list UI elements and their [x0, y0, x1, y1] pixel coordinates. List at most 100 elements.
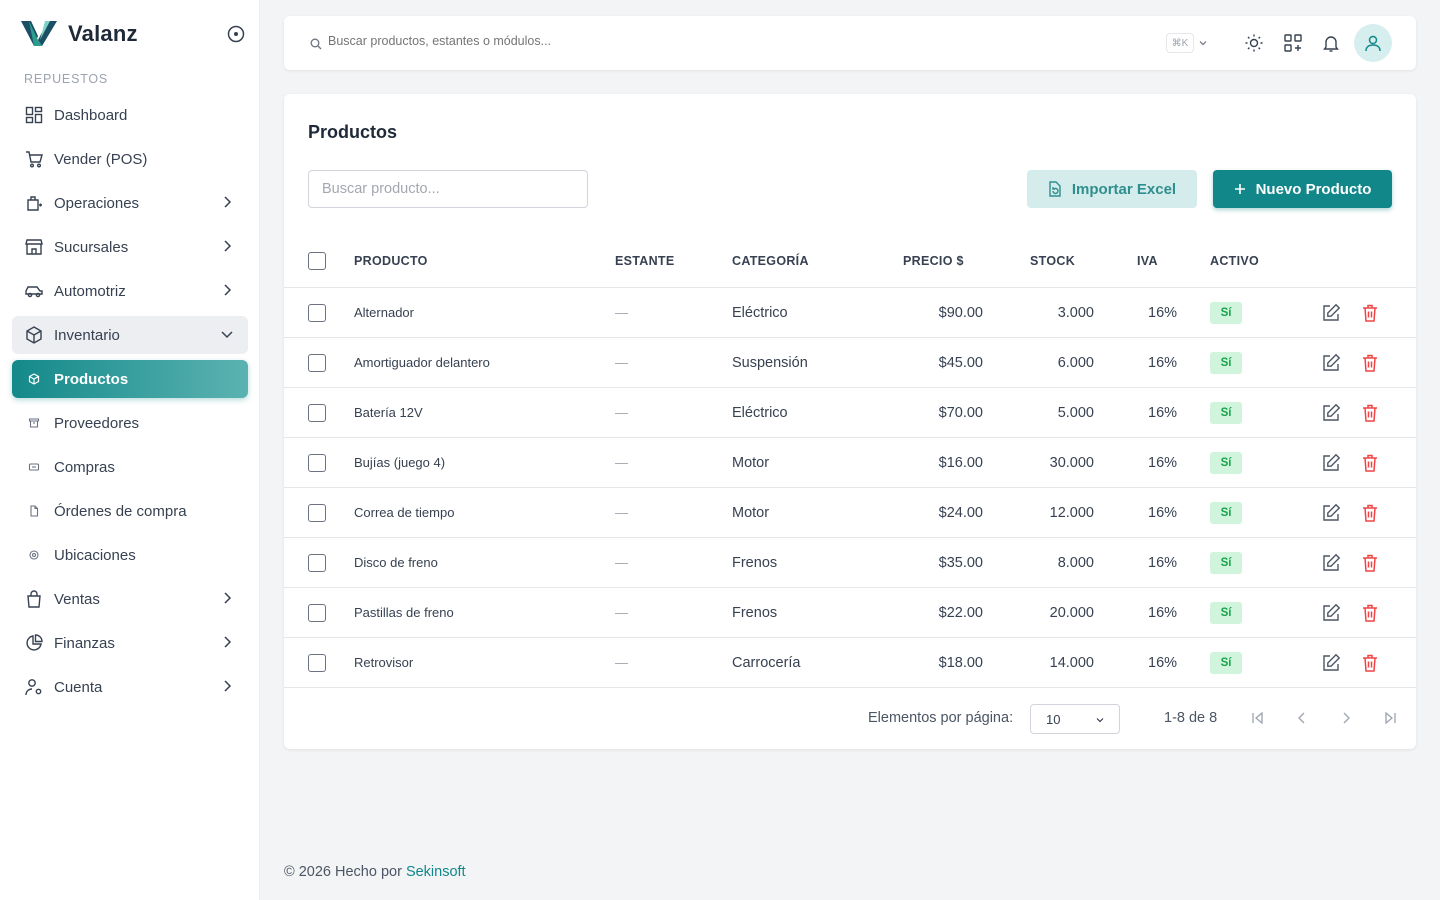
new-product-label: Nuevo Producto: [1255, 180, 1372, 198]
active-cell: Sí: [1210, 388, 1242, 437]
product-price: $24.00: [938, 504, 983, 521]
pagination: Elementos por página: 10 1-8 de 8: [284, 700, 1416, 736]
sidebar-item-automotriz[interactable]: Automotriz: [12, 272, 248, 310]
status-badge: Sí: [1210, 301, 1242, 324]
sidebar-item-inventario[interactable]: Inventario: [12, 316, 248, 354]
sidebar-item-cuenta[interactable]: Cuenta: [12, 668, 248, 706]
search-icon: [310, 38, 322, 50]
product-shelf: —: [615, 305, 628, 320]
apps-grid-icon[interactable]: [1283, 33, 1303, 53]
theme-toggle-icon[interactable]: [1244, 33, 1264, 53]
active-cell: Sí: [1210, 538, 1242, 587]
file-refresh-icon: [1049, 181, 1061, 197]
header-price[interactable]: PRECIO $: [903, 234, 964, 287]
footer-link[interactable]: Sekinsoft: [406, 864, 466, 880]
prev-page-icon[interactable]: [1294, 710, 1310, 726]
product-search-input[interactable]: [308, 170, 588, 208]
bell-icon[interactable]: [1321, 33, 1341, 53]
product-category: Eléctrico: [732, 404, 788, 421]
product-iva: 16%: [1148, 454, 1178, 471]
edit-icon[interactable]: [1321, 453, 1341, 473]
row-checkbox[interactable]: [308, 553, 326, 572]
sidebar-item-operaciones[interactable]: Operaciones: [12, 184, 248, 222]
import-excel-label: Importar Excel: [1071, 180, 1177, 198]
header-category[interactable]: CATEGORÍA: [732, 234, 809, 287]
chevron-down-icon[interactable]: [1198, 38, 1208, 48]
box-small-icon: [24, 369, 44, 389]
edit-icon[interactable]: [1321, 553, 1341, 573]
row-checkbox[interactable]: [308, 503, 326, 522]
edit-icon[interactable]: [1321, 403, 1341, 423]
table-row: Retrovisor — Carrocería $18.00 14.000 16…: [284, 638, 1416, 688]
sidebar-item-compras[interactable]: Compras: [12, 448, 248, 486]
table-row: Amortiguador delantero — Suspensión $45.…: [284, 338, 1416, 388]
sidebar-item-pos[interactable]: Vender (POS): [12, 140, 248, 178]
sidebar-item-ordenes[interactable]: Órdenes de compra: [12, 492, 248, 530]
trash-icon[interactable]: [1360, 453, 1380, 473]
sidebar-item-ventas[interactable]: Ventas: [12, 580, 248, 618]
products-card: Productos Importar Excel Nuevo Producto …: [284, 94, 1416, 749]
brand-name: Valanz: [68, 21, 138, 46]
first-page-icon[interactable]: [1250, 710, 1266, 726]
status-badge: Sí: [1210, 451, 1242, 474]
header-active[interactable]: ACTIVO: [1210, 234, 1259, 287]
trash-icon[interactable]: [1360, 503, 1380, 523]
edit-icon[interactable]: [1321, 603, 1341, 623]
row-checkbox[interactable]: [308, 403, 326, 422]
avatar[interactable]: [1354, 24, 1392, 62]
product-name: Pastillas de freno: [354, 605, 454, 620]
next-page-icon[interactable]: [1338, 710, 1354, 726]
trash-icon[interactable]: [1360, 603, 1380, 623]
trash-icon[interactable]: [1360, 403, 1380, 423]
global-search-input[interactable]: [328, 34, 928, 48]
sidebar-item-label: Sucursales: [54, 238, 129, 256]
brand[interactable]: Valanz: [20, 18, 138, 50]
sidebar-item-productos[interactable]: Productos: [12, 360, 248, 398]
header-stock[interactable]: STOCK: [1030, 234, 1075, 287]
trash-icon[interactable]: [1360, 353, 1380, 373]
sidebar-item-sucursales[interactable]: Sucursales: [12, 228, 248, 266]
sidebar-item-dashboard[interactable]: Dashboard: [12, 96, 248, 134]
chevron-right-icon: [224, 680, 232, 692]
row-checkbox[interactable]: [308, 303, 326, 322]
edit-icon[interactable]: [1321, 303, 1341, 323]
row-checkbox[interactable]: [308, 653, 326, 672]
trash-icon[interactable]: [1360, 653, 1380, 673]
sidebar-item-label: Operaciones: [54, 194, 140, 212]
pie-chart-icon: [24, 633, 44, 653]
header-product[interactable]: PRODUCTO: [354, 234, 428, 287]
edit-icon[interactable]: [1321, 503, 1341, 523]
new-product-button[interactable]: Nuevo Producto: [1213, 170, 1392, 208]
product-shelf: —: [615, 555, 628, 570]
import-excel-button[interactable]: Importar Excel: [1027, 170, 1197, 208]
location-icon: [24, 545, 44, 565]
last-page-icon[interactable]: [1382, 710, 1398, 726]
row-checkbox[interactable]: [308, 353, 326, 372]
product-stock: 14.000: [1049, 654, 1094, 671]
sidebar-item-label: Inventario: [54, 326, 120, 344]
row-checkbox[interactable]: [308, 453, 326, 472]
sidebar-item-label: Órdenes de compra: [54, 502, 187, 520]
trash-icon[interactable]: [1360, 553, 1380, 573]
per-page-select[interactable]: 10: [1030, 704, 1120, 734]
trash-icon[interactable]: [1360, 303, 1380, 323]
active-cell: Sí: [1210, 338, 1242, 387]
sidebar-item-proveedores[interactable]: Proveedores: [12, 404, 248, 442]
product-iva: 16%: [1148, 404, 1178, 421]
row-checkbox[interactable]: [308, 603, 326, 622]
page-title: Productos: [308, 122, 398, 142]
collapse-sidebar-icon[interactable]: [226, 24, 246, 44]
status-badge: Sí: [1210, 551, 1242, 574]
sidebar-item-finanzas[interactable]: Finanzas: [12, 624, 248, 662]
provider-icon: [24, 413, 44, 433]
product-price: $16.00: [938, 454, 983, 471]
edit-icon[interactable]: [1321, 653, 1341, 673]
sidebar-item-label: Vender (POS): [54, 150, 148, 168]
edit-icon[interactable]: [1321, 353, 1341, 373]
header-shelf[interactable]: ESTANTE: [615, 234, 675, 287]
header-iva[interactable]: IVA: [1137, 234, 1158, 287]
select-all-checkbox[interactable]: [308, 251, 326, 270]
car-icon: [24, 281, 44, 301]
sidebar-item-ubicaciones[interactable]: Ubicaciones: [12, 536, 248, 574]
product-shelf: —: [615, 355, 628, 370]
